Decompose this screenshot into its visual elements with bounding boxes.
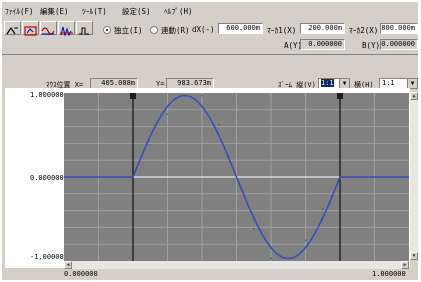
vertical-scrollbar[interactable]: ▲ ▼ — [410, 92, 418, 260]
linked-radio[interactable] — [150, 26, 158, 34]
marker1-label: ﾏｰｶ1(X) — [267, 26, 297, 35]
sine-wave-icon — [41, 27, 55, 35]
peak-wave-icon — [60, 26, 73, 37]
step-wave-button[interactable] — [76, 21, 93, 35]
horizontal-scrollbar[interactable]: ◀ ▶ — [64, 261, 409, 269]
data-point — [218, 124, 221, 126]
y-tick-label: -1.00000 — [30, 253, 64, 261]
b-value-field: 0.000000 — [380, 39, 418, 50]
application-window: ﾌｧｲﾙ(F) 編集(E) ﾂｰﾙ(T) 設定(S) ﾍﾙﾌﾟ(H) 独立(I)… — [2, 2, 418, 280]
scroll-up-icon[interactable]: ▲ — [410, 92, 418, 100]
linked-label: 連動(R) — [161, 26, 190, 35]
data-point — [270, 257, 272, 260]
independent-radio[interactable] — [103, 26, 111, 34]
scroll-left-icon[interactable]: ◀ — [64, 261, 72, 269]
y-tick-label: 0.000000 — [30, 174, 64, 182]
marker2-field[interactable]: 800.000m — [380, 23, 418, 34]
peak-wave-button[interactable] — [58, 21, 75, 37]
data-point — [201, 94, 203, 97]
toolbar-separator — [2, 54, 418, 55]
select-wave-button[interactable] — [22, 21, 39, 36]
x-tick-label: 0.000000 — [64, 270, 98, 278]
y-tick-label: 1.000000 — [30, 91, 64, 99]
menu-bar: ﾌｧｲﾙ(F) 編集(E) ﾂｰﾙ(T) 設定(S) ﾍﾙﾌﾟ(H) — [2, 4, 418, 18]
x-tick-label: 1.000000 — [372, 270, 406, 278]
a-value-field: 0.000000 — [300, 39, 345, 50]
data-point — [304, 239, 307, 241]
dx-label: dX(-) — [192, 25, 215, 34]
data-point — [287, 257, 290, 260]
scroll-down-icon[interactable]: ▼ — [410, 252, 418, 260]
sine-wave-button[interactable] — [40, 21, 57, 35]
marker1-field[interactable]: 200.000m — [300, 23, 345, 34]
menu-edit[interactable]: 編集(E) — [40, 6, 69, 17]
mouse-y-label: Y= — [156, 80, 165, 88]
chevron-down-icon: ▼ — [407, 79, 417, 88]
chevron-down-icon: ▼ — [339, 79, 349, 88]
waveform-plot[interactable] — [64, 93, 409, 261]
data-point — [252, 228, 255, 230]
step-wave-icon — [79, 27, 89, 35]
menu-tool[interactable]: ﾂｰﾙ(T) — [82, 6, 107, 17]
waveform-edit-button[interactable] — [4, 21, 21, 35]
menu-settings[interactable]: 設定(S) — [122, 6, 151, 17]
data-point — [183, 94, 186, 97]
data-point — [132, 176, 134, 178]
edit-wave-icon — [6, 26, 18, 35]
data-point — [339, 176, 341, 178]
marker-handle — [337, 93, 343, 99]
independent-label: 独立(I) — [114, 26, 143, 35]
data-point — [149, 144, 152, 146]
select-wave-icon — [24, 26, 37, 36]
data-point — [235, 176, 238, 178]
menu-file[interactable]: ﾌｧｲﾙ(F) — [5, 6, 34, 17]
dx-field[interactable]: 600.000m — [218, 23, 263, 34]
scroll-right-icon[interactable]: ▶ — [401, 261, 409, 269]
data-point — [321, 208, 324, 210]
menu-help[interactable]: ﾍﾙﾌﾟ(H) — [164, 6, 193, 17]
marker2-label: ﾏｰｶ2(X) — [349, 26, 379, 35]
marker-handle — [130, 93, 136, 99]
data-point — [166, 113, 169, 115]
b-label: B(Y) — [362, 41, 381, 50]
